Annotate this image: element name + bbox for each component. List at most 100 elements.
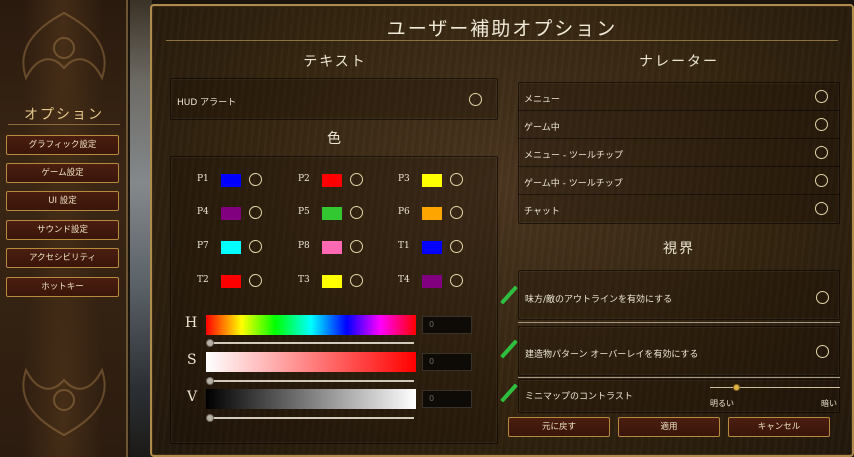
player-color-swatch [422, 275, 442, 288]
player-color-radio[interactable] [249, 240, 262, 253]
player-color-label: P7 [197, 241, 209, 251]
background-scenery [130, 0, 152, 457]
narrator-item-label: ゲーム中 - ツールチップ [524, 179, 623, 189]
player-color-swatch [422, 241, 442, 254]
vision-section-heading: 視界 [663, 241, 695, 257]
player-color-swatch [221, 207, 241, 220]
player-color-label: P3 [398, 174, 410, 184]
narrator-row-divider [518, 166, 840, 167]
saturation-gradient [206, 352, 416, 372]
color-section-heading: 色 [327, 131, 343, 147]
narrator-item-radio[interactable] [815, 118, 828, 131]
apply-button[interactable]: 適用 [618, 417, 720, 437]
building-pattern-underline [518, 377, 840, 378]
player-color-label: T4 [398, 275, 410, 285]
player-color-radio[interactable] [249, 274, 262, 287]
saturation-label: S [187, 352, 197, 368]
menu-sound-settings[interactable]: サウンド設定 [6, 220, 119, 240]
player-color-label: P4 [197, 207, 209, 217]
menu-game-settings[interactable]: ゲーム設定 [6, 163, 119, 183]
player-color-radio[interactable] [450, 173, 463, 186]
player-color-swatch [322, 207, 342, 220]
narrator-item-label: メニュー [524, 95, 561, 105]
hud-alert-label: HUD アラート [177, 98, 237, 108]
player-color-swatch [322, 174, 342, 187]
minimap-contrast-max-label: 暗い [821, 399, 837, 408]
cancel-button[interactable]: キャンセル [728, 417, 830, 437]
player-color-radio[interactable] [350, 274, 363, 287]
ornament-top [22, 11, 106, 81]
ornament-bottom [22, 367, 106, 437]
outline-label: 味方/敵のアウトラインを有効にする [525, 295, 673, 305]
narrator-item-radio[interactable] [815, 146, 828, 159]
minimap-contrast-row: ミニマップのコントラスト 明るい 暗い [518, 379, 840, 413]
player-color-radio[interactable] [350, 206, 363, 219]
narrator-row-divider [518, 194, 840, 195]
saturation-slider-track[interactable] [208, 380, 414, 382]
minimap-contrast-min-label: 明るい [710, 399, 734, 408]
minimap-contrast-thumb[interactable] [733, 384, 740, 391]
reset-button[interactable]: 元に戻す [508, 417, 610, 437]
options-sidebar: オプション グラフィック設定 ゲーム設定 UI 設定 サウンド設定 アクセシビリ… [0, 0, 128, 457]
menu-hotkeys[interactable]: ホットキー [6, 277, 119, 297]
narrator-row-divider [518, 110, 840, 111]
player-color-radio[interactable] [350, 240, 363, 253]
menu-accessibility[interactable]: アクセシビリティ [6, 248, 119, 268]
player-color-radio[interactable] [450, 274, 463, 287]
player-color-radio[interactable] [249, 173, 262, 186]
outline-row: 味方/敵のアウトラインを有効にする [518, 270, 840, 320]
outline-radio[interactable] [816, 291, 829, 304]
narrator-item-label: メニュー - ツールチップ [524, 151, 623, 161]
menu-graphics-settings[interactable]: グラフィック設定 [6, 135, 119, 155]
narrator-item-label: チャット [524, 207, 560, 217]
narrator-item-radio[interactable] [815, 174, 828, 187]
hue-label: H [185, 315, 198, 331]
player-color-swatch [422, 174, 442, 187]
value-value-field[interactable]: 0 [422, 390, 472, 408]
value-slider-track[interactable] [208, 417, 414, 419]
accessibility-dialog: ユーザー補助オプション テキスト HUD アラート 色 H 0 S 0 V 0 … [150, 4, 854, 457]
hud-alert-row: HUD アラート [170, 78, 498, 120]
narrator-item-radio[interactable] [815, 202, 828, 215]
minimap-contrast-highlight-mark [500, 383, 518, 403]
player-color-label: T3 [298, 275, 310, 285]
hue-gradient [206, 315, 416, 335]
player-color-label: T2 [197, 275, 209, 285]
dialog-title: ユーザー補助オプション [386, 18, 618, 40]
sidebar-title: オプション [24, 107, 104, 123]
player-color-swatch [221, 275, 241, 288]
player-color-swatch [322, 241, 342, 254]
title-divider [166, 40, 838, 41]
player-color-swatch [322, 275, 342, 288]
player-color-swatch [221, 241, 241, 254]
hue-slider-track[interactable] [208, 342, 414, 344]
outline-highlight-mark [500, 285, 518, 305]
building-pattern-row: 建造物パターン オーバーレイを有効にする [518, 326, 840, 376]
value-label: V [187, 389, 198, 405]
player-color-label: P1 [197, 174, 209, 184]
player-color-radio[interactable] [350, 173, 363, 186]
hud-alert-radio[interactable] [469, 93, 482, 106]
minimap-contrast-label: ミニマップのコントラスト [525, 392, 633, 402]
minimap-contrast-track[interactable] [710, 387, 840, 388]
menu-ui-settings[interactable]: UI 設定 [6, 191, 119, 211]
hue-value-field[interactable]: 0 [422, 316, 472, 334]
player-color-label: P6 [398, 207, 410, 217]
building-pattern-label: 建造物パターン オーバーレイを有効にする [525, 350, 699, 360]
building-pattern-radio[interactable] [816, 345, 829, 358]
outline-underline [518, 322, 840, 323]
saturation-slider-thumb[interactable] [206, 377, 214, 385]
player-color-radio[interactable] [450, 240, 463, 253]
player-color-radio[interactable] [450, 206, 463, 219]
narrator-item-label: ゲーム中 [524, 123, 560, 133]
value-gradient [206, 389, 416, 409]
value-slider-thumb[interactable] [206, 414, 214, 422]
sidebar-title-divider [8, 124, 120, 125]
narrator-item-radio[interactable] [815, 90, 828, 103]
player-color-radio[interactable] [249, 206, 262, 219]
player-color-label: P8 [298, 241, 310, 251]
saturation-value-field[interactable]: 0 [422, 353, 472, 371]
text-section-heading: テキスト [303, 54, 367, 70]
hue-slider-thumb[interactable] [206, 339, 214, 347]
narrator-row-divider [518, 138, 840, 139]
